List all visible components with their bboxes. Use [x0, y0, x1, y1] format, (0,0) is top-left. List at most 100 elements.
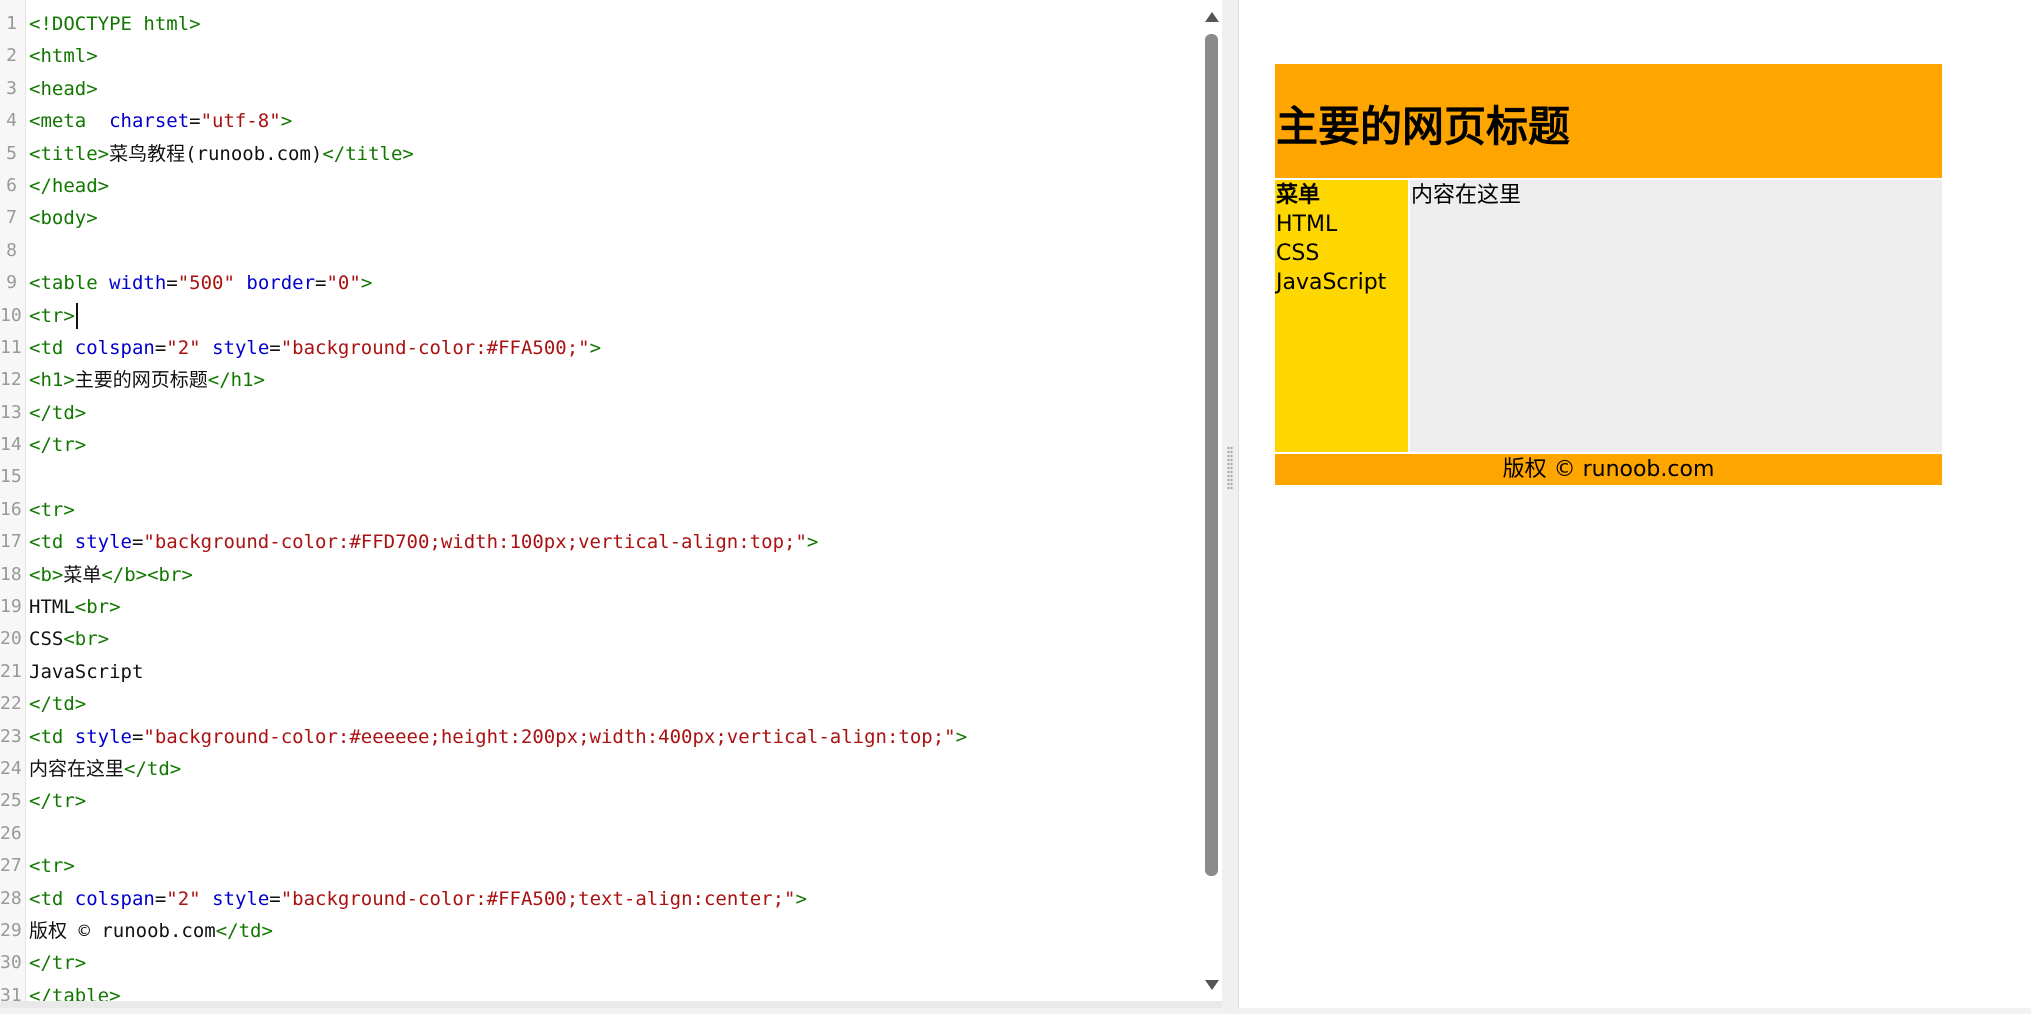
code-text[interactable]: <body>	[29, 202, 98, 234]
code-token-plain: CSS	[29, 628, 64, 651]
code-text[interactable]: <td style="background-color:#FFD700;widt…	[29, 526, 818, 558]
code-token-str: "background-color:#FFD700;width:100px;ve…	[143, 531, 807, 554]
code-token-plain: =	[154, 336, 167, 359]
code-text[interactable]: <b>菜单</b><br>	[29, 559, 193, 591]
code-text[interactable]: <td colspan="2" style="background-color:…	[29, 883, 807, 915]
code-token-plain: 菜鸟教程(runoob.com)	[109, 142, 323, 165]
code-line[interactable]: 4 <meta charset="utf-8">	[0, 105, 1200, 137]
code-token-attr: style	[212, 336, 270, 359]
code-line[interactable]: 12 <h1>主要的网页标题</h1>	[0, 364, 1200, 396]
code-line[interactable]: 6 </head>	[0, 170, 1200, 202]
code-text[interactable]: <td colspan="2" style="background-color:…	[29, 332, 601, 364]
code-text[interactable]: <tr>	[29, 494, 75, 526]
code-token-attr: width	[109, 272, 167, 295]
code-line[interactable]: 13 </td>	[0, 397, 1200, 429]
code-text[interactable]: <table width="500" border="0">	[29, 267, 372, 299]
code-token-tag: </b><br>	[101, 563, 193, 586]
code-token-tag: <td	[29, 887, 75, 910]
code-line[interactable]: 11 <td colspan="2" style="background-colo…	[0, 332, 1200, 364]
code-text[interactable]: HTML<br>	[29, 591, 121, 623]
code-line[interactable]: 29 版权 © runoob.com</td>	[0, 915, 1200, 947]
code-text[interactable]: 版权 © runoob.com</td>	[29, 915, 273, 947]
code-line[interactable]: 26	[0, 818, 1200, 850]
pane-splitter[interactable]	[1222, 0, 1238, 1014]
code-text[interactable]: </head>	[29, 170, 109, 202]
code-token-attr: charset	[109, 110, 190, 133]
code-text[interactable]: </tr>	[29, 785, 86, 817]
code-lines[interactable]: 1 <!DOCTYPE html> 2 <html> 3 <head> 4 <meta cha…	[0, 8, 1200, 1008]
code-token-str: "background-color:#FFA500;"	[280, 336, 590, 359]
line-number: 8	[6, 239, 17, 261]
code-text[interactable]: </tr>	[29, 429, 86, 461]
code-line[interactable]: 23 <td style="background-color:#eeeeee;he…	[0, 721, 1200, 753]
line-number: 6	[6, 174, 17, 196]
code-text[interactable]: <tr>	[29, 300, 78, 332]
line-number: 18	[0, 563, 22, 585]
code-text[interactable]: <title>菜鸟教程(runoob.com)</title>	[29, 138, 414, 170]
vertical-scrollbar[interactable]	[1200, 0, 1222, 1008]
code-line[interactable]: 5 <title>菜鸟教程(runoob.com)</title>	[0, 138, 1200, 170]
line-number: 10	[0, 304, 22, 326]
code-token-tag: </tr>	[29, 790, 87, 813]
code-token-tag: <title>	[29, 142, 110, 165]
code-line[interactable]: 27 <tr>	[0, 850, 1200, 882]
line-number: 21	[0, 660, 22, 682]
code-line[interactable]: 14 </tr>	[0, 429, 1200, 461]
code-text[interactable]: </td>	[29, 688, 86, 720]
code-line[interactable]: 19 HTML<br>	[0, 591, 1200, 623]
code-token-tag: </tr>	[29, 952, 87, 975]
code-line[interactable]: 3 <head>	[0, 73, 1200, 105]
horizontal-scrollbar-track[interactable]	[0, 1001, 1222, 1008]
code-line[interactable]: 18 <b>菜单</b><br>	[0, 559, 1200, 591]
preview-menu-item: JavaScript	[1276, 270, 1387, 295]
code-token-str: "utf-8"	[200, 110, 281, 133]
code-line[interactable]: 16 <tr>	[0, 494, 1200, 526]
code-text[interactable]: <head>	[29, 73, 98, 105]
code-token-plain: =	[315, 272, 327, 295]
code-editor[interactable]: 1 <!DOCTYPE html> 2 <html> 3 <head> 4 <meta cha…	[0, 0, 1222, 1008]
code-token-tag: >	[806, 531, 819, 554]
code-line[interactable]: 15	[0, 461, 1200, 493]
code-text[interactable]: 内容在这里</td>	[29, 753, 181, 785]
code-text[interactable]: <h1>主要的网页标题</h1>	[29, 364, 265, 396]
line-number: 4	[6, 110, 17, 132]
code-line[interactable]: 9 <table width="500" border="0">	[0, 267, 1200, 299]
code-line[interactable]: 2 <html>	[0, 40, 1200, 72]
code-token-tag: <tr>	[29, 304, 75, 327]
code-text[interactable]: CSS<br>	[29, 623, 109, 655]
code-line[interactable]: 1 <!DOCTYPE html>	[0, 8, 1200, 40]
text-cursor	[75, 303, 78, 330]
scroll-down-arrow-icon[interactable]	[1205, 980, 1219, 990]
code-text[interactable]: <html>	[29, 40, 98, 72]
code-line[interactable]: 7 <body>	[0, 202, 1200, 234]
code-line[interactable]: 30 </tr>	[0, 947, 1200, 979]
code-line[interactable]: 25 </tr>	[0, 785, 1200, 817]
code-line[interactable]: 20 CSS<br>	[0, 623, 1200, 655]
code-text[interactable]: </tr>	[29, 947, 86, 979]
preview-footer-text: 版权 © runoob.com	[1502, 457, 1715, 482]
code-text[interactable]: <!DOCTYPE html>	[29, 8, 201, 40]
code-line[interactable]: 17 <td style="background-color:#FFD700;wi…	[0, 526, 1200, 558]
code-text[interactable]: <meta charset="utf-8">	[29, 105, 292, 137]
code-line[interactable]: 28 <td colspan="2" style="background-colo…	[0, 883, 1200, 915]
line-number: 26	[0, 822, 22, 844]
code-line[interactable]: 21 JavaScript	[0, 656, 1200, 688]
code-text[interactable]: <tr>	[29, 850, 75, 882]
scroll-up-arrow-icon[interactable]	[1205, 12, 1219, 22]
splitter-grip-icon[interactable]	[1227, 446, 1233, 490]
code-token-tag: <td	[29, 531, 75, 554]
code-text[interactable]: <td style="background-color:#eeeeee;heig…	[29, 721, 967, 753]
code-token-plain: 版权 © runoob.com	[29, 919, 216, 942]
code-line[interactable]: 8	[0, 235, 1200, 267]
scrollbar-thumb[interactable]	[1205, 34, 1218, 876]
code-token-tag: <!DOCTYPE html>	[29, 13, 201, 35]
code-line[interactable]: 10 <tr>	[0, 300, 1200, 332]
code-token-attr: style	[74, 725, 132, 748]
code-line[interactable]: 24 内容在这里</td>	[0, 753, 1200, 785]
code-text[interactable]: JavaScript	[29, 656, 143, 688]
code-token-plain: 内容在这里	[29, 757, 125, 780]
code-line[interactable]: 22 </td>	[0, 688, 1200, 720]
code-token-attr: style	[212, 887, 270, 910]
code-text[interactable]: </td>	[29, 397, 86, 429]
